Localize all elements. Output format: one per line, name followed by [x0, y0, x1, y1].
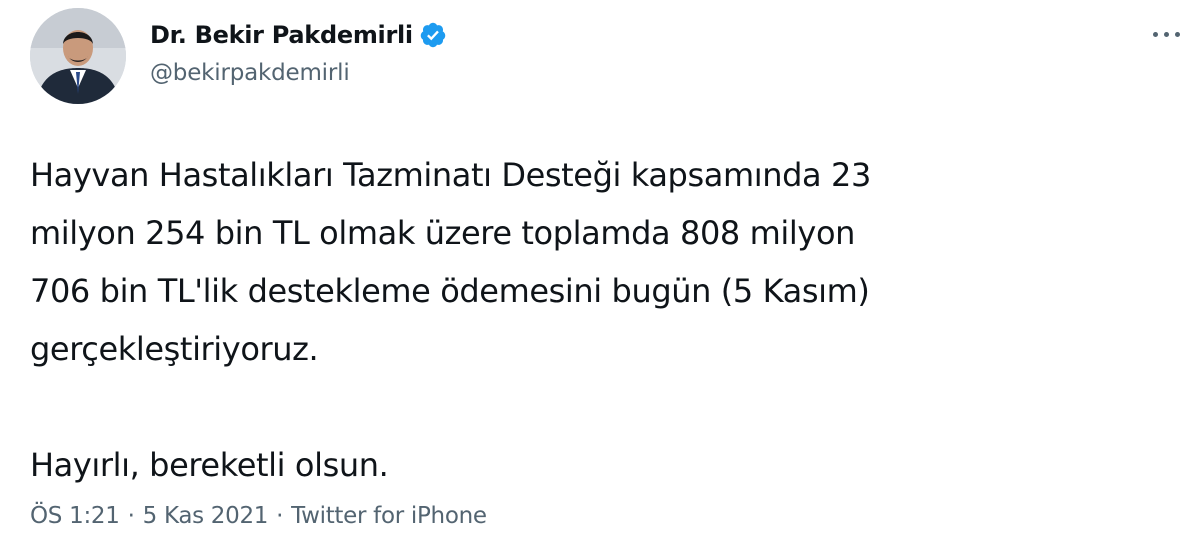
- ellipsis-icon: [1174, 31, 1180, 37]
- ellipsis-icon: [1163, 31, 1169, 37]
- tweet-time-link[interactable]: ÖS 1:21: [30, 503, 120, 529]
- tweet-text-line: gerçekleştiriyoruz.: [30, 330, 319, 368]
- tweet-text-line: Hayvan Hastalıkları Tazminatı Desteği ka…: [30, 156, 871, 194]
- profile-photo-icon: [30, 8, 126, 104]
- meta-separator: ·: [127, 503, 135, 529]
- display-name[interactable]: Dr. Bekir Pakdemirli: [150, 21, 413, 49]
- tweet-meta: ÖS 1:21 · 5 Kas 2021 · Twitter for iPhone: [30, 503, 487, 529]
- tweet-text: Hayvan Hastalıkları Tazminatı Desteği ka…: [30, 146, 1170, 494]
- ellipsis-icon: [1152, 31, 1158, 37]
- tweet-text-line: 706 bin TL'lik destekleme ödemesini bugü…: [30, 272, 870, 310]
- verified-badge-icon: [419, 21, 447, 49]
- handle[interactable]: @bekirpakdemirli: [150, 60, 447, 86]
- tweet: Dr. Bekir Pakdemirli @bekirpakdemirli Ha…: [0, 0, 1200, 560]
- tweet-text-line: Hayırlı, bereketli olsun.: [30, 446, 389, 484]
- display-name-row: Dr. Bekir Pakdemirli: [150, 18, 447, 52]
- tweet-source-link[interactable]: Twitter for iPhone: [291, 503, 487, 529]
- meta-separator: ·: [276, 503, 284, 529]
- tweet-text-line: milyon 254 bin TL olmak üzere toplamda 8…: [30, 214, 856, 252]
- avatar[interactable]: [30, 8, 126, 104]
- tweet-date-link[interactable]: 5 Kas 2021: [143, 503, 269, 529]
- author-names: Dr. Bekir Pakdemirli @bekirpakdemirli: [150, 18, 447, 86]
- tweet-header: Dr. Bekir Pakdemirli @bekirpakdemirli: [30, 4, 1190, 114]
- more-options-button[interactable]: [1146, 24, 1186, 44]
